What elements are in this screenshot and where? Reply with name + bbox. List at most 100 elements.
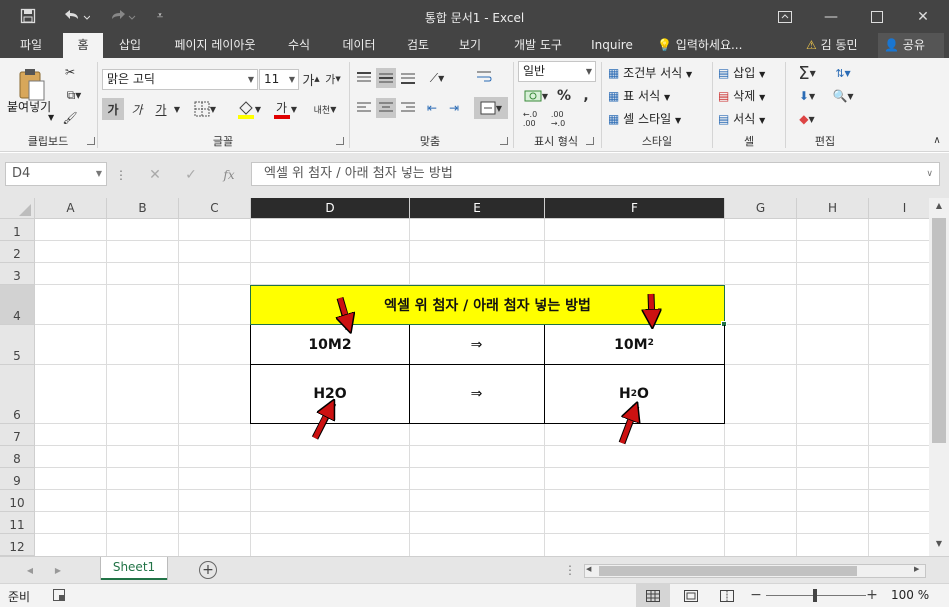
increase-font-icon[interactable]: 가 ▲	[302, 69, 320, 89]
wrap-text-icon[interactable]	[474, 66, 494, 88]
align-middle-icon[interactable]	[376, 68, 396, 88]
cancel-formula-icon[interactable]: ✕	[140, 165, 170, 185]
scroll-right-icon[interactable]: ▶	[914, 565, 924, 577]
paste-dropdown-icon[interactable]: ▼	[48, 113, 54, 122]
border-icon[interactable]: ▼	[190, 98, 220, 120]
bold-button[interactable]: 가	[102, 98, 124, 120]
format-painter-icon[interactable]: 🖌	[60, 108, 80, 128]
underline-button[interactable]: 가	[150, 98, 172, 120]
scroll-down-icon[interactable]: ▼	[932, 539, 946, 553]
normal-view-icon[interactable]	[636, 584, 670, 607]
percent-icon[interactable]: %	[556, 86, 572, 106]
copy-icon[interactable]: ⧉▾	[60, 85, 88, 105]
share-button[interactable]: 👤 공유	[878, 33, 944, 58]
tab-page-layout[interactable]: 페이지 레이아웃	[160, 33, 270, 58]
phonetic-icon[interactable]: 내천 ▼	[308, 98, 342, 120]
collapse-ribbon-icon[interactable]: ∧	[930, 134, 944, 146]
align-bottom-icon[interactable]	[398, 68, 418, 88]
scroll-up-icon[interactable]: ▲	[932, 201, 946, 215]
sort-filter-icon[interactable]: ⇅ ▼	[828, 62, 858, 84]
horizontal-scrollbar[interactable]: ◀ ▶	[584, 564, 926, 578]
decrease-indent-icon[interactable]: ⇤	[422, 98, 442, 118]
sheet-tab[interactable]: Sheet1	[101, 557, 167, 580]
font-launcher-icon[interactable]	[336, 137, 344, 145]
font-size-select[interactable]: 11 ▼	[259, 69, 299, 90]
enter-formula-icon[interactable]: ✓	[176, 165, 206, 185]
more-options-icon[interactable]: ⋮	[115, 165, 127, 185]
align-center-icon[interactable]	[376, 98, 396, 118]
fill-icon[interactable]: ⬇ ▼	[792, 85, 822, 107]
fill-color-icon[interactable]: ▼	[232, 98, 266, 120]
worksheet-grid[interactable]: A B C D E F G H I 1 2 3 4 5 6 7 8 9 10 1…	[0, 198, 929, 556]
tab-review[interactable]: 검토	[397, 33, 439, 58]
tab-insert[interactable]: 삽입	[109, 33, 151, 58]
macro-record-icon[interactable]	[52, 588, 66, 602]
find-select-icon[interactable]: 🔍 ▼	[828, 85, 858, 107]
increase-indent-icon[interactable]: ⇥	[444, 98, 464, 118]
chevron-down-icon: ▼	[759, 93, 766, 102]
user-account[interactable]: ⚠ 김 동민	[806, 33, 858, 58]
alignment-launcher-icon[interactable]	[500, 137, 508, 145]
page-break-view-icon[interactable]	[712, 584, 742, 607]
comma-icon[interactable]: ,	[578, 86, 594, 106]
alignment-group-label: 맞춤	[419, 135, 441, 148]
formula-input[interactable]: 엑셀 위 첨자 / 아래 첨자 넣는 방법 ∨	[251, 162, 940, 186]
prev-sheet-icon[interactable]: ◀	[24, 563, 36, 577]
tab-file[interactable]: 파일	[5, 33, 57, 58]
tab-home[interactable]: 홈	[63, 33, 103, 58]
cell-styles-button[interactable]: ▦ 셀 스타일 ▼	[608, 110, 681, 127]
format-as-table-button[interactable]: ▦ 표 서식 ▼	[608, 87, 670, 104]
add-sheet-icon[interactable]: +	[199, 561, 217, 579]
vertical-scrollbar[interactable]: ▲ ▼	[929, 198, 949, 556]
delete-cells-button[interactable]: ▤ 삭제 ▼	[718, 87, 765, 104]
italic-button[interactable]: 가	[126, 98, 148, 120]
more-options-icon[interactable]: ⋮	[564, 563, 576, 577]
format-cells-button[interactable]: ▤ 서식 ▼	[718, 110, 765, 127]
cut-icon[interactable]: ✂	[60, 62, 80, 82]
paste-button-label[interactable]: 붙여넣기	[7, 98, 51, 115]
chevron-down-icon: ▼	[663, 93, 671, 102]
clipboard-launcher-icon[interactable]	[87, 137, 95, 145]
chevron-down-icon[interactable]: ▼	[172, 98, 182, 120]
name-box[interactable]: D4 ▼	[5, 162, 107, 186]
tab-view[interactable]: 보기	[449, 33, 491, 58]
tab-data[interactable]: 데이터	[330, 33, 388, 58]
page-layout-view-icon[interactable]	[676, 584, 706, 607]
maximize-button[interactable]	[854, 0, 900, 33]
chevron-down-icon: ▼	[674, 116, 682, 125]
decrease-font-icon[interactable]: 가 ▼	[324, 69, 342, 89]
align-right-icon[interactable]	[398, 98, 418, 118]
increase-decimal-icon[interactable]: ←.0.00	[518, 110, 542, 128]
currency-icon[interactable]: ▼	[518, 86, 554, 106]
align-left-icon[interactable]	[354, 98, 374, 118]
zoom-out-button[interactable]: −	[750, 587, 762, 603]
insert-function-button[interactable]: fx	[214, 165, 244, 185]
merge-center-icon[interactable]: ▼	[474, 97, 508, 119]
close-button[interactable]: ✕	[900, 0, 946, 33]
ribbon-display-icon[interactable]	[762, 0, 808, 33]
font-color-icon[interactable]: 가 ▼	[268, 98, 302, 120]
clear-icon[interactable]: ◆ ▼	[792, 108, 822, 130]
cell-styles-icon: ▦	[608, 112, 620, 126]
number-format-select[interactable]: 일반 ▼	[518, 61, 596, 82]
zoom-level[interactable]: 100 %	[891, 588, 929, 602]
tab-formulas[interactable]: 수식	[278, 33, 320, 58]
decrease-decimal-icon[interactable]: .00 →.0	[546, 110, 570, 128]
minimize-button[interactable]: —	[808, 0, 854, 33]
autosum-icon[interactable]: Σ ▼	[792, 62, 822, 84]
zoom-in-button[interactable]: +	[866, 587, 878, 603]
next-sheet-icon[interactable]: ▶	[52, 563, 64, 577]
align-top-icon[interactable]	[354, 68, 374, 88]
tell-me-search[interactable]: 💡 입력하세요...	[657, 33, 742, 58]
font-name-select[interactable]: 맑은 고딕 ▼	[102, 69, 258, 90]
insert-cells-button[interactable]: ▤ 삽입 ▼	[718, 64, 765, 81]
orientation-icon[interactable]: ⟋ ▼	[422, 68, 452, 88]
number-launcher-icon[interactable]	[586, 137, 594, 145]
scroll-thumb[interactable]	[599, 566, 857, 576]
scroll-left-icon[interactable]: ◀	[586, 565, 596, 577]
conditional-format-button[interactable]: ▦ 조건부 서식 ▼	[608, 64, 692, 81]
tab-inquire[interactable]: Inquire	[583, 33, 641, 58]
tab-developer[interactable]: 개발 도구	[503, 33, 573, 58]
scroll-thumb[interactable]	[932, 218, 946, 443]
zoom-slider-thumb[interactable]	[813, 589, 817, 602]
